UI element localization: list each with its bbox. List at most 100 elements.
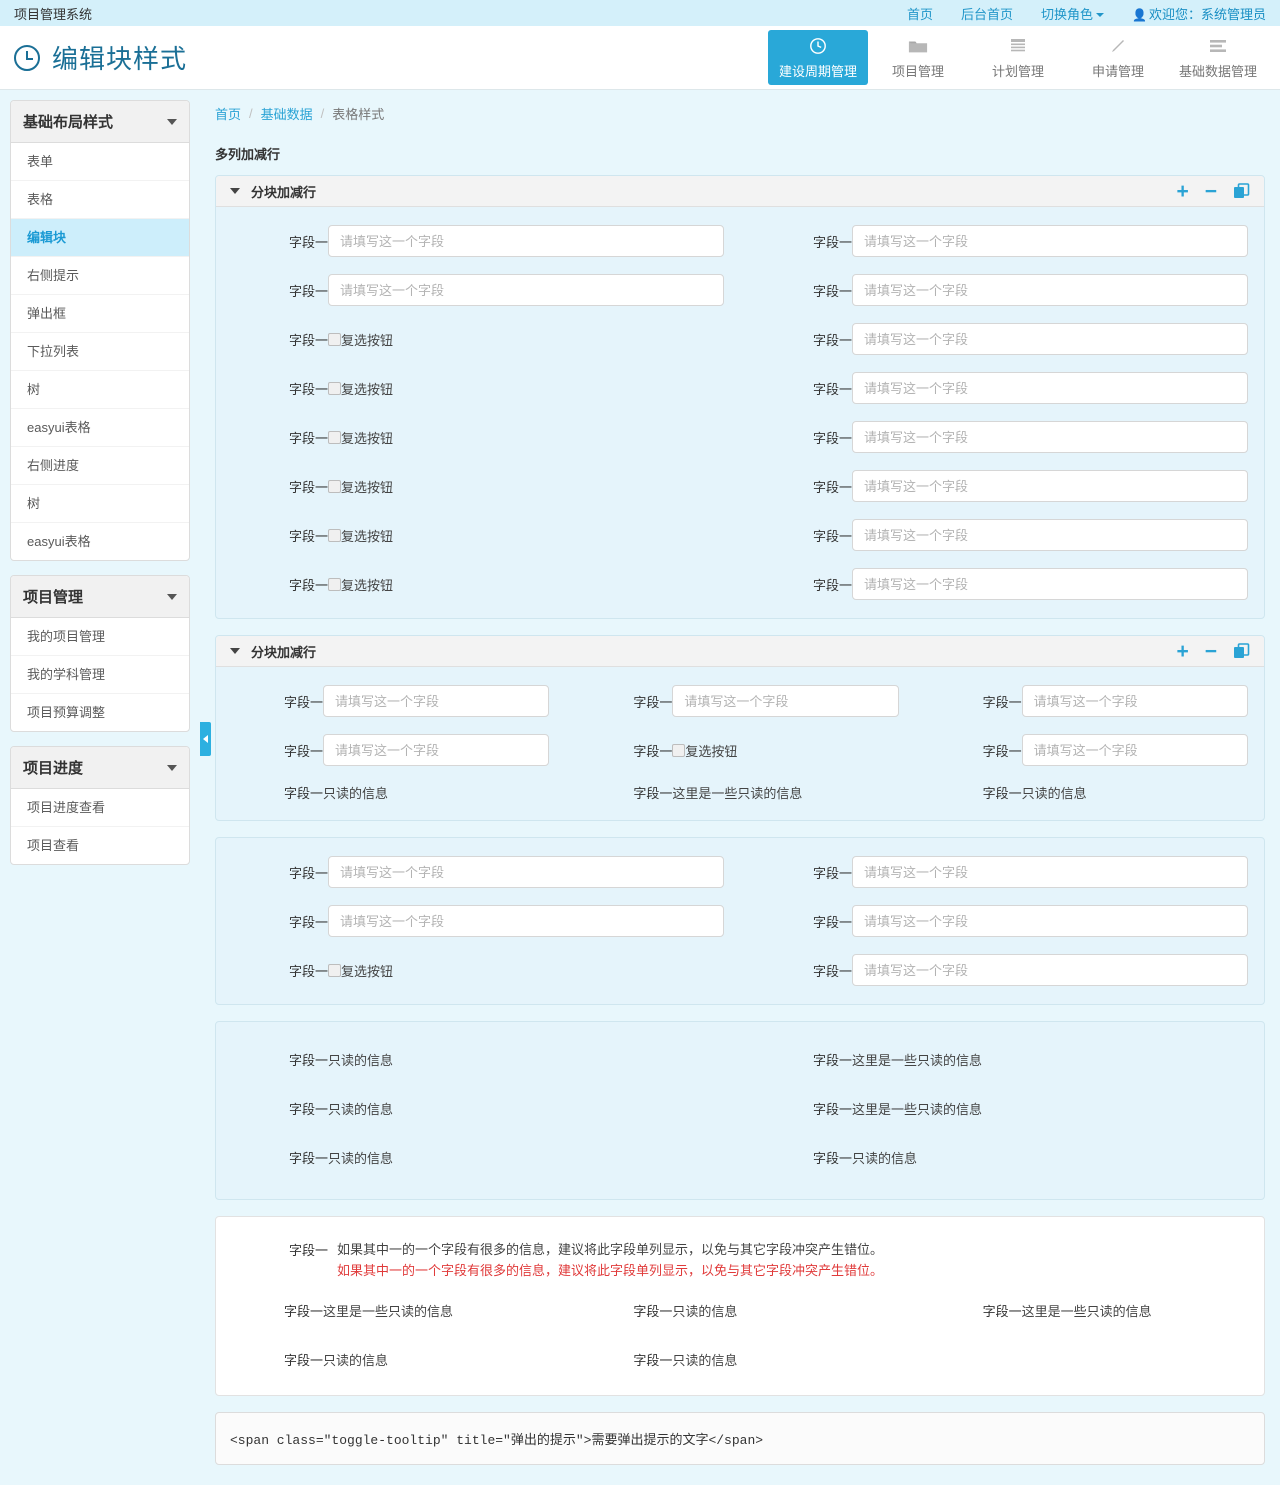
- sidebar-group-header[interactable]: 项目进度: [11, 747, 189, 789]
- nav-tab-plan-management[interactable]: 计划管理: [968, 30, 1068, 85]
- text-input[interactable]: [328, 856, 724, 888]
- sidebar-item-easyui-table-2[interactable]: easyui表格: [11, 523, 189, 560]
- text-input[interactable]: [852, 225, 1248, 257]
- form-cell: 字段一 只读的信息: [216, 1350, 565, 1369]
- field-label: 字段一: [288, 963, 328, 979]
- text-input[interactable]: [328, 225, 724, 257]
- field-label: 字段一: [812, 430, 852, 446]
- sidebar: 基础布局样式 表单 表格 编辑块 右侧提示 弹出框 下拉列表 树 easyui表…: [0, 90, 211, 889]
- user-name-label: 欢迎您：系统管理员: [1148, 6, 1266, 22]
- topbar-link-home[interactable]: 首页: [907, 4, 933, 23]
- topbar-link-admin-home[interactable]: 后台首页: [961, 4, 1013, 23]
- form-cell: 字段一: [216, 734, 565, 766]
- readonly-value: 只读的信息: [328, 1102, 394, 1117]
- text-input[interactable]: [852, 519, 1248, 551]
- sidebar-item-easyui-table-1[interactable]: easyui表格: [11, 409, 189, 447]
- form-row: 字段一 复选按钮 字段一: [216, 954, 1264, 986]
- field-label: 字段一: [982, 694, 1022, 710]
- text-input[interactable]: [1021, 734, 1248, 766]
- form-row: 字段一 复选按钮 字段一: [216, 372, 1264, 404]
- sidebar-item-form[interactable]: 表单: [11, 143, 189, 181]
- sidebar-group-header[interactable]: 项目管理: [11, 576, 189, 618]
- sidebar-group-header[interactable]: 基础布局样式: [11, 101, 189, 143]
- checkbox[interactable]: [328, 332, 341, 346]
- topbar-user-greeting[interactable]: 👤 欢迎您：系统管理员: [1132, 4, 1266, 23]
- form-cell: 字段一: [740, 421, 1264, 453]
- topbar-link-switch-role[interactable]: 切换角色: [1041, 4, 1105, 23]
- text-input[interactable]: [323, 685, 550, 717]
- text-input[interactable]: [852, 421, 1248, 453]
- sidebar-item-tree-1[interactable]: 树: [11, 371, 189, 409]
- text-input[interactable]: [852, 470, 1248, 502]
- block-body: 字段一 字段一 字段一 字段一 字段一复选按钮 字段一 字段一只读的信息 字段一…: [216, 667, 1264, 820]
- nav-tab-project-management[interactable]: 项目管理: [868, 30, 968, 85]
- text-input[interactable]: [852, 856, 1248, 888]
- sidebar-item-edit-block[interactable]: 编辑块: [11, 219, 189, 257]
- readonly-value: 只读的信息: [672, 1304, 738, 1319]
- list-icon: [1208, 35, 1228, 57]
- sidebar-item-project-budget-adjust[interactable]: 项目预算调整: [11, 694, 189, 731]
- block-body: 字段一 只读的信息 字段一 这里是一些只读的信息 字段一 只读的信息 字段一 这里是一些…: [216, 1028, 1264, 1193]
- breadcrumb-item-basic-data[interactable]: 基础数据: [261, 104, 313, 123]
- text-input[interactable]: [672, 685, 899, 717]
- sidebar-item-popup[interactable]: 弹出框: [11, 295, 189, 333]
- checkbox[interactable]: [328, 430, 341, 444]
- checkbox[interactable]: [328, 528, 341, 542]
- form-cell: 字段一: [740, 568, 1264, 600]
- breadcrumb: 首页 / 基础数据 / 表格样式: [215, 90, 1265, 123]
- text-input[interactable]: [852, 568, 1248, 600]
- text-input[interactable]: [852, 372, 1248, 404]
- add-row-button[interactable]: +: [1176, 641, 1188, 662]
- sidebar-item-my-subject-management[interactable]: 我的学科管理: [11, 656, 189, 694]
- sidebar-item-right-tip[interactable]: 右侧提示: [11, 257, 189, 295]
- checkbox[interactable]: [328, 479, 341, 493]
- text-input[interactable]: [323, 734, 550, 766]
- text-input[interactable]: [852, 274, 1248, 306]
- form-cell: 字段一 只读的信息: [565, 1350, 914, 1369]
- form-cell-empty: [915, 1350, 1264, 1369]
- remove-row-button[interactable]: −: [1205, 181, 1217, 202]
- text-input[interactable]: [1021, 685, 1248, 717]
- copy-icon[interactable]: [1233, 642, 1250, 660]
- field-label: 字段一: [982, 1304, 1022, 1319]
- nav-tab-basic-data-management[interactable]: 基础数据管理: [1168, 30, 1268, 85]
- sidebar-collapse-handle[interactable]: [200, 722, 211, 756]
- sidebar-item-my-project-management[interactable]: 我的项目管理: [11, 618, 189, 656]
- sidebar-item-dropdown[interactable]: 下拉列表: [11, 333, 189, 371]
- sidebar-item-project-progress-view[interactable]: 项目进度查看: [11, 789, 189, 827]
- sidebar-item-table[interactable]: 表格: [11, 181, 189, 219]
- text-input[interactable]: [328, 274, 724, 306]
- text-input[interactable]: [852, 905, 1248, 937]
- remove-row-button[interactable]: −: [1205, 641, 1217, 662]
- field-label: 字段一: [288, 381, 328, 397]
- form-cell: 字段一 只读的信息: [216, 1148, 740, 1167]
- nav-tab-application-management[interactable]: 申请管理: [1068, 30, 1168, 85]
- text-input[interactable]: [852, 323, 1248, 355]
- form-cell: 字段一 复选按钮: [216, 372, 740, 404]
- block-section-2: 分块加减行 + − 字段一 字段一 字段一 字段一 字段一复选按钮: [215, 635, 1265, 821]
- sidebar-item-right-progress[interactable]: 右侧进度: [11, 447, 189, 485]
- nav-tab-label: 项目管理: [891, 64, 944, 79]
- field-label: 字段一: [812, 1102, 852, 1117]
- checkbox[interactable]: [328, 577, 341, 591]
- nav-tab-construction-cycle[interactable]: 建设周期管理: [768, 30, 868, 85]
- text-input[interactable]: [852, 954, 1248, 986]
- field-label: 字段一: [633, 694, 673, 710]
- field-label: 字段一: [283, 694, 323, 710]
- sidebar-group-project-progress: 项目进度 项目进度查看 项目查看: [10, 746, 190, 865]
- checkbox[interactable]: [672, 743, 686, 757]
- page-body: 基础布局样式 表单 表格 编辑块 右侧提示 弹出框 下拉列表 树 easyui表…: [0, 90, 1280, 1485]
- field-label: 字段一: [633, 1353, 673, 1368]
- sidebar-item-project-view[interactable]: 项目查看: [11, 827, 189, 864]
- form-cell: 字段一: [216, 225, 740, 257]
- add-row-button[interactable]: +: [1176, 181, 1188, 202]
- checkbox[interactable]: [328, 963, 341, 977]
- sidebar-item-tree-2[interactable]: 树: [11, 485, 189, 523]
- breadcrumb-item-home[interactable]: 首页: [215, 104, 241, 123]
- text-input[interactable]: [328, 905, 724, 937]
- copy-icon[interactable]: [1233, 182, 1250, 200]
- chevron-down-icon[interactable]: [230, 648, 240, 654]
- checkbox[interactable]: [328, 381, 341, 395]
- chevron-down-icon[interactable]: [230, 188, 240, 194]
- form-row: 字段一 只读的信息 字段一 只读的信息: [216, 1148, 1264, 1167]
